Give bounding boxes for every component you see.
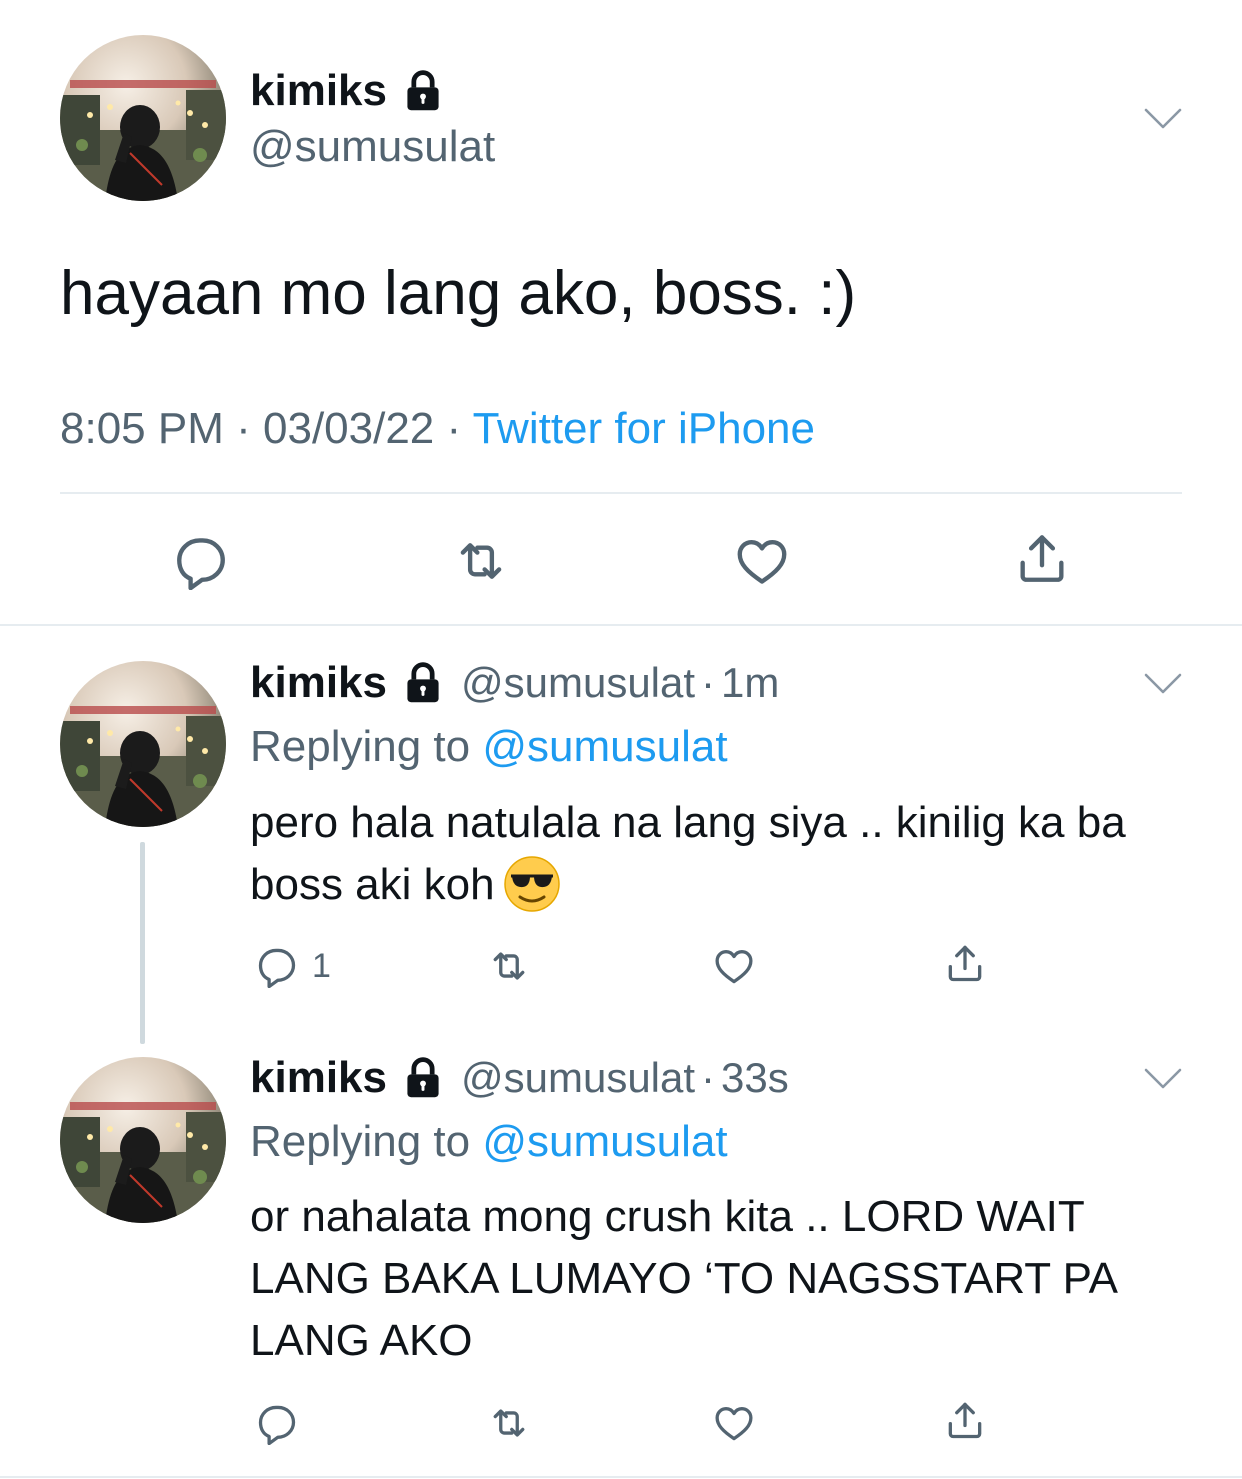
author-row: kimiks: [250, 66, 445, 116]
replying-prefix: Replying to: [250, 722, 471, 771]
lock-icon: [401, 661, 445, 705]
tweet-source-link[interactable]: Twitter for iPhone: [473, 404, 815, 453]
share-button[interactable]: [943, 941, 987, 985]
reply-text: pero hala natulala na lang siya .. kinil…: [250, 798, 1126, 909]
chevron-down-icon[interactable]: [1143, 671, 1183, 697]
meta-separator: ·: [236, 404, 251, 453]
share-icon: [1013, 529, 1071, 587]
author-name[interactable]: kimiks: [250, 66, 387, 116]
lock-icon: [401, 69, 445, 113]
share-icon: [943, 941, 987, 985]
meta-separator: ·: [701, 659, 716, 706]
like-icon: [712, 1401, 756, 1445]
replying-prefix: Replying to: [250, 1117, 471, 1166]
retweet-icon: [487, 1401, 531, 1445]
author-handle[interactable]: @sumusulat: [250, 122, 495, 172]
reply-icon: [255, 1401, 299, 1445]
like-icon: [733, 532, 791, 590]
tweet-meta: 8:05 PM · 03/03/22 · Twitter for iPhone: [60, 404, 815, 454]
reply-header: kimiks @sumusulat · 33s: [250, 1053, 789, 1103]
retweet-button[interactable]: [487, 944, 531, 988]
tweet-date: 03/03/22: [263, 404, 435, 453]
author-name[interactable]: kimiks: [250, 1053, 387, 1103]
reply-icon: [172, 532, 230, 590]
reply-button[interactable]: [255, 944, 299, 988]
divider: [0, 1476, 1242, 1478]
reply-time[interactable]: 1m: [721, 659, 779, 707]
retweet-button[interactable]: [452, 532, 510, 590]
retweet-icon: [487, 944, 531, 988]
avatar[interactable]: [60, 35, 226, 201]
reply-header: kimiks @sumusulat · 1m: [250, 658, 779, 708]
lock-icon: [401, 1056, 445, 1100]
thread-connector: [140, 842, 145, 1044]
reply-button[interactable]: [255, 1401, 299, 1445]
author-name[interactable]: kimiks: [250, 658, 387, 708]
reply-body: or nahalata mong crush kita .. LORD WAIT…: [250, 1186, 1200, 1372]
meta-separator: ·: [446, 404, 462, 453]
replying-to: Replying to @sumusulat: [250, 1117, 728, 1167]
share-button[interactable]: [1013, 529, 1071, 587]
like-button[interactable]: [733, 532, 791, 590]
sunglasses-emoji-icon: [503, 855, 561, 913]
tweet-text: hayaan mo lang ako, boss. :): [60, 259, 857, 328]
like-button[interactable]: [712, 944, 756, 988]
retweet-icon: [452, 532, 510, 590]
like-button[interactable]: [712, 1401, 756, 1445]
chevron-down-icon[interactable]: [1143, 1066, 1183, 1092]
author-handle[interactable]: @sumusulat: [461, 1054, 695, 1102]
retweet-button[interactable]: [487, 1401, 531, 1445]
avatar[interactable]: [60, 1057, 226, 1223]
reply-time[interactable]: 33s: [721, 1054, 789, 1102]
reply-icon: [255, 944, 299, 988]
meta-separator: ·: [701, 1054, 716, 1101]
share-button[interactable]: [943, 1398, 987, 1442]
chevron-down-icon[interactable]: [1143, 106, 1183, 132]
mention-link[interactable]: @sumusulat: [482, 722, 727, 771]
share-icon: [943, 1398, 987, 1442]
reply-body: pero hala natulala na lang siya .. kinil…: [250, 792, 1190, 916]
replying-to: Replying to @sumusulat: [250, 722, 728, 772]
reply-button[interactable]: [172, 532, 230, 590]
author-handle[interactable]: @sumusulat: [461, 659, 695, 707]
divider: [60, 492, 1182, 494]
reply-text: or nahalata mong crush kita .. LORD WAIT…: [250, 1192, 1116, 1365]
like-icon: [712, 944, 756, 988]
reply-count: 1: [312, 947, 331, 985]
avatar[interactable]: [60, 661, 226, 827]
tweet-time: 8:05 PM: [60, 404, 224, 453]
divider: [0, 624, 1242, 626]
mention-link[interactable]: @sumusulat: [482, 1117, 727, 1166]
